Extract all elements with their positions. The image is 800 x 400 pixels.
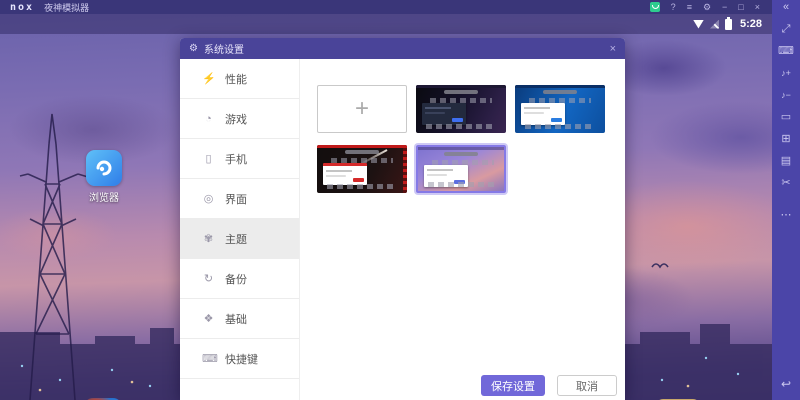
nox-logo: nox (10, 2, 34, 13)
settings-tab-game[interactable]: ◔ 游戏 (180, 99, 299, 139)
title-bar: nox 夜神模拟器 ? ≡ ⚙ − □ × (0, 0, 800, 14)
tab-label: 备份 (225, 271, 247, 287)
shared-folder-icon[interactable]: ▤ (772, 155, 800, 167)
screenshot-cut-icon[interactable]: ✂ (772, 177, 800, 189)
collapse-toolbar-icon[interactable]: « (772, 1, 800, 13)
theme-thumbnail-blue[interactable] (515, 85, 605, 133)
app-store-icon[interactable] (650, 2, 660, 12)
tab-label: 界面 (225, 191, 247, 207)
maximize-button[interactable]: □ (738, 1, 743, 13)
android-status-bar: 5:28 (0, 14, 772, 34)
apk-install-icon[interactable]: ⊞ (772, 133, 800, 145)
gear-icon[interactable]: ⚙ (703, 1, 711, 13)
battery-icon (725, 19, 732, 30)
settings-gear-icon: ⚙ (189, 43, 198, 54)
back-icon[interactable]: ↩ (772, 378, 800, 390)
no-signal-icon (710, 20, 719, 29)
browser-app-label: 浏览器 (80, 189, 128, 204)
dialog-close-icon[interactable]: × (610, 43, 616, 55)
tab-label: 性能 (225, 71, 247, 87)
tab-label: 手机 (225, 151, 247, 167)
theme-thumbnail-dark[interactable] (416, 85, 506, 133)
settings-tab-backup[interactable]: ↻ 备份 (180, 259, 299, 299)
volume-up-icon[interactable]: ♪+ (772, 67, 800, 79)
help-icon[interactable]: ? (671, 1, 676, 13)
theme-panel: + 保存设置 取消 (300, 59, 625, 400)
more-tools-icon[interactable]: ⋯ (772, 209, 800, 221)
backup-icon: ↻ (202, 272, 215, 285)
close-button[interactable]: × (755, 1, 760, 13)
theme-icon: ✾ (202, 232, 215, 245)
add-theme-icon: + (355, 99, 369, 119)
basic-icon: ❖ (202, 312, 215, 325)
wifi-icon (693, 20, 704, 29)
performance-icon: ⚡ (202, 72, 215, 85)
browser-logo-icon (86, 150, 122, 186)
tab-label: 游戏 (225, 111, 247, 127)
minimize-button[interactable]: − (722, 1, 727, 13)
emulator-side-toolbar: « ⤢ ⌨ ♪+ ♪− ▭ ⊞ ▤ ✂ ⋯ ↩ (772, 0, 800, 400)
dialog-title: 系统设置 (204, 41, 244, 56)
settings-tab-interface[interactable]: ◎ 界面 (180, 179, 299, 219)
tab-label: 主题 (225, 231, 247, 247)
game-icon: ◔ (202, 113, 215, 125)
save-settings-button[interactable]: 保存设置 (481, 375, 545, 396)
volume-down-icon[interactable]: ♪− (772, 89, 800, 101)
cancel-button[interactable]: 取消 (557, 375, 617, 396)
dialog-footer: 保存设置 取消 (481, 375, 617, 396)
status-time: 5:28 (740, 18, 762, 30)
settings-tab-shortcuts[interactable]: ⌨ 快捷键 (180, 339, 299, 379)
settings-tab-theme[interactable]: ✾ 主题 (180, 219, 299, 259)
add-theme-tile[interactable]: + (317, 85, 407, 133)
phone-icon: ▯ (202, 152, 215, 165)
theme-thumbnail-red[interactable] (317, 145, 407, 193)
menu-icon[interactable]: ≡ (687, 1, 692, 13)
virtual-key-icon[interactable]: ▭ (772, 111, 800, 123)
title-bar-controls: ? ≡ ⚙ − □ × (650, 1, 760, 13)
tab-label: 基础 (225, 311, 247, 327)
settings-tab-basic[interactable]: ❖ 基础 (180, 299, 299, 339)
browser-app-icon[interactable]: 浏览器 (80, 150, 128, 204)
shortcuts-icon: ⌨ (202, 352, 215, 365)
keyboard-icon[interactable]: ⌨ (772, 45, 800, 57)
bird-silhouette (652, 264, 668, 267)
window-title: 夜神模拟器 (44, 1, 89, 14)
dialog-header: ⚙ 系统设置 × (180, 38, 625, 59)
settings-tab-phone[interactable]: ▯ 手机 (180, 139, 299, 179)
nox-emulator-window: nox 夜神模拟器 ? ≡ ⚙ − □ × (0, 0, 800, 400)
fullscreen-icon[interactable]: ⤢ (772, 23, 800, 35)
system-settings-dialog: ⚙ 系统设置 × ⚡ 性能 ◔ 游戏 ▯ 手机 ◎ 界面 (180, 38, 625, 400)
interface-icon: ◎ (202, 192, 215, 205)
theme-thumbnail-purple-selected[interactable] (416, 145, 506, 193)
settings-sidebar: ⚡ 性能 ◔ 游戏 ▯ 手机 ◎ 界面 ✾ 主题 (180, 59, 300, 400)
settings-tab-performance[interactable]: ⚡ 性能 (180, 59, 299, 99)
dialog-body: ⚡ 性能 ◔ 游戏 ▯ 手机 ◎ 界面 ✾ 主题 (180, 59, 625, 400)
tab-label: 快捷键 (225, 351, 258, 367)
